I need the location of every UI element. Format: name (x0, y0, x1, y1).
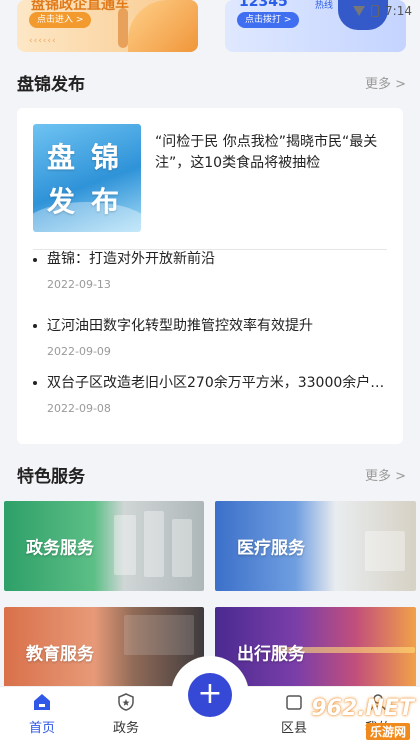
service-label: 政务服务 (26, 538, 94, 559)
news-section-title: 盘锦发布 (17, 75, 85, 95)
news-item[interactable]: 盘锦：打造对外开放新前沿 2022-09-13 (33, 251, 387, 291)
news-date: 2022-09-08 (47, 402, 111, 415)
bullet-icon (33, 381, 37, 385)
news-date: 2022-09-13 (47, 278, 111, 291)
enterprise-banner[interactable]: 盘锦政企直通车 点击进入 > ‹‹‹‹‹‹ (17, 0, 198, 52)
status-bar: 7:14 (353, 4, 412, 18)
status-time: 7:14 (385, 4, 412, 18)
nav-home[interactable]: 首页 (7, 693, 77, 736)
services-section-header: 特色服务 更多 > (17, 462, 406, 487)
train-illustration (128, 0, 198, 52)
news-date: 2022-09-09 (47, 345, 111, 358)
hotline-call-button[interactable]: 点击拨打 > (237, 12, 300, 28)
watermark-text: 乐游网 (365, 723, 410, 740)
top-banners: 盘锦政企直通车 点击进入 > ‹‹‹‹‹‹ 12345 热线 点击拨打 > (17, 0, 406, 52)
wifi-icon (353, 6, 366, 16)
site-watermark: 962.NET 乐游网 (284, 696, 414, 742)
news-more-link[interactable]: 更多 > (365, 73, 406, 92)
nav-label: 首页 (28, 721, 55, 736)
hotline-number: 12345 (239, 0, 288, 10)
news-title: 双台子区改造老旧小区270余万平方米，33000余户… (47, 375, 385, 391)
service-government[interactable]: 政务服务 (4, 501, 204, 591)
news-card: 盘 锦 发 布 “问检于民 你点我检”揭晓市民“最关注”，这10类食品将被抽检 … (17, 108, 403, 444)
home-icon (34, 694, 50, 710)
bullet-icon (33, 258, 37, 262)
add-button[interactable]: + (188, 673, 232, 717)
services-more-link[interactable]: 更多 > (365, 465, 406, 484)
service-label: 教育服务 (26, 644, 94, 665)
news-title: 辽河油田数字化转型助推管控效率有效提升 (47, 318, 313, 334)
news-item[interactable]: 辽河油田数字化转型助推管控效率有效提升 2022-09-09 (33, 316, 387, 358)
enterprise-enter-button[interactable]: 点击进入 > (29, 12, 92, 28)
service-medical[interactable]: 医疗服务 (215, 501, 416, 591)
services-section-title: 特色服务 (17, 467, 85, 487)
nav-label: 政务 (112, 721, 139, 736)
service-label: 医疗服务 (237, 538, 305, 559)
feature-title: “问检于民 你点我检”揭晓市民“最关注”，这10类食品将被抽检 (155, 134, 378, 171)
news-item[interactable]: 双台子区改造老旧小区270余万平方米，33000余户… 2022-09-08 (33, 373, 387, 415)
service-label: 出行服务 (237, 644, 305, 665)
fab-container: + (171, 656, 249, 734)
person-illustration (118, 8, 128, 48)
feature-image: 盘 锦 发 布 (33, 124, 141, 232)
battery-icon (371, 5, 380, 17)
news-title: 盘锦：打造对外开放新前沿 (47, 251, 215, 267)
hotline-tag: 热线 (315, 1, 334, 11)
watermark-logo: 962.NET (311, 696, 414, 721)
bullet-icon (33, 324, 37, 328)
nav-government[interactable]: 政务 (91, 693, 161, 736)
chevrons-icon: ‹‹‹‹‹‹ (29, 36, 57, 46)
news-section-header: 盘锦发布 更多 > (17, 70, 406, 95)
shield-icon (118, 693, 134, 711)
feature-article[interactable]: 盘 锦 发 布 “问检于民 你点我检”揭晓市民“最关注”，这10类食品将被抽检 (33, 124, 387, 236)
